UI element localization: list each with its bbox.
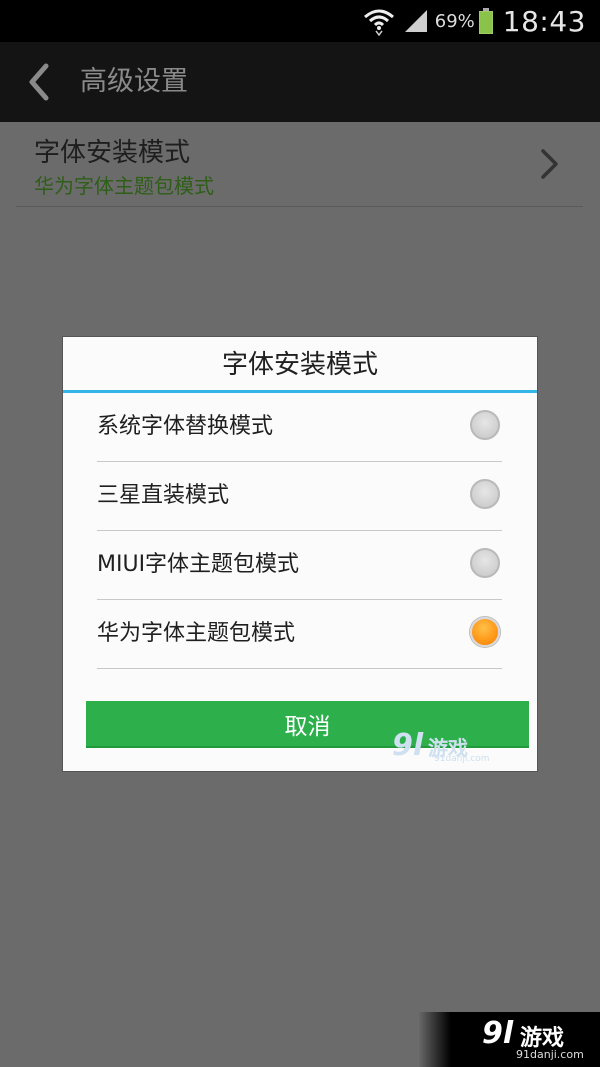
watermark-url: 91danji.com [516, 1048, 584, 1061]
option-samsung-direct[interactable]: 三星直装模式 [97, 462, 502, 531]
setting-value: 华为字体主题包模式 [34, 174, 214, 198]
corner-watermark: 9l 游戏 91danji.com [418, 1012, 600, 1067]
watermark-logo-mark: 9l [482, 1016, 514, 1051]
radio-button[interactable] [470, 548, 500, 578]
chevron-right-icon [541, 149, 558, 179]
page-title: 高级设置 [80, 66, 188, 97]
option-system-replace[interactable]: 系统字体替换模式 [97, 393, 502, 462]
watermark-logo-mark: 9l [392, 728, 424, 763]
option-huawei-theme[interactable]: 华为字体主题包模式 [97, 600, 502, 669]
option-label: 系统字体替换模式 [97, 414, 274, 439]
battery-percent: 69% [434, 10, 475, 32]
font-mode-dialog: 字体安装模式 系统字体替换模式 三星直装模式 MIUI字体主题包模式 华为字体主… [63, 337, 537, 771]
battery-icon [478, 8, 493, 34]
radio-button[interactable] [470, 479, 500, 509]
status-icons: 69% 18:43 [363, 0, 586, 42]
option-label: MIUI字体主题包模式 [97, 552, 300, 577]
back-arrow-icon[interactable] [26, 60, 56, 104]
radio-button-selected[interactable] [470, 617, 500, 647]
wifi-icon [363, 9, 394, 36]
app-header: 高级设置 [0, 42, 600, 122]
option-label: 三星直装模式 [97, 483, 230, 508]
signal-icon [404, 10, 427, 32]
option-miui-theme[interactable]: MIUI字体主题包模式 [97, 531, 502, 600]
clock: 18:43 [502, 4, 586, 38]
watermark-logo: 9l 游戏 91danji.com [392, 726, 490, 766]
option-label: 华为字体主题包模式 [97, 621, 296, 646]
dialog-title: 字体安装模式 [221, 350, 378, 380]
radio-button[interactable] [470, 410, 500, 440]
setting-font-install-mode[interactable]: 字体安装模式 华为字体主题包模式 [16, 122, 583, 207]
setting-title: 字体安装模式 [34, 138, 191, 168]
status-bar: 69% 18:43 [0, 0, 600, 42]
watermark-url: 91danji.com [434, 754, 490, 764]
